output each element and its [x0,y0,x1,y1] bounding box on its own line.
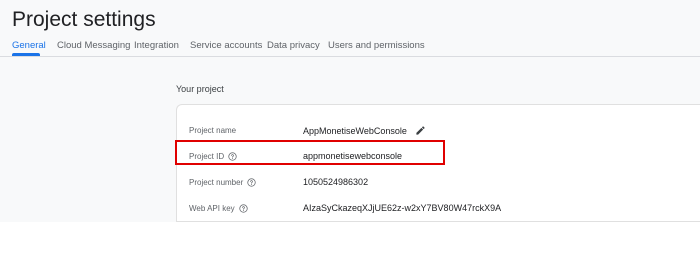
section-title-your-project: Your project [176,84,224,94]
tab-integration[interactable]: Integration [134,40,179,51]
project-number-label-text: Project number [189,178,244,187]
project-number-value: 1050524986302 [303,177,369,187]
web-api-key-label: Web API key [189,204,248,213]
help-icon[interactable] [239,204,248,213]
web-api-key-label-text: Web API key [189,204,235,213]
tab-general[interactable]: General [12,40,46,51]
project-id-highlight-box [175,140,445,165]
page-title: Project settings [12,8,156,31]
web-api-key-value: AIzaSyCkazeqXJjUE62z-w2xY7BV80W47rckX9A [303,203,502,213]
project-name-label: Project name [189,126,236,135]
row-project-name: Project name AppMonetiseWebConsole [177,122,700,142]
project-name-value-wrap: AppMonetiseWebConsole [303,125,426,136]
project-name-label-text: Project name [189,126,237,135]
row-project-number: Project number 1050524986302 [177,174,700,194]
tab-users-and-permissions[interactable]: Users and permissions [328,40,425,51]
tab-cloud-messaging[interactable]: Cloud Messaging [57,40,130,51]
active-tab-indicator [12,53,40,56]
settings-tab-bar: General Cloud Messaging Integration Serv… [0,38,700,57]
tab-data-privacy[interactable]: Data privacy [267,40,320,51]
project-name-value: AppMonetiseWebConsole [303,125,407,136]
row-web-api-key: Web API key AIzaSyCkazeqXJjUE62z-w2xY7BV… [177,200,700,220]
project-number-label: Project number [189,178,256,187]
edit-icon[interactable] [415,125,426,136]
help-icon[interactable] [247,178,256,187]
tab-service-accounts[interactable]: Service accounts [190,40,262,51]
